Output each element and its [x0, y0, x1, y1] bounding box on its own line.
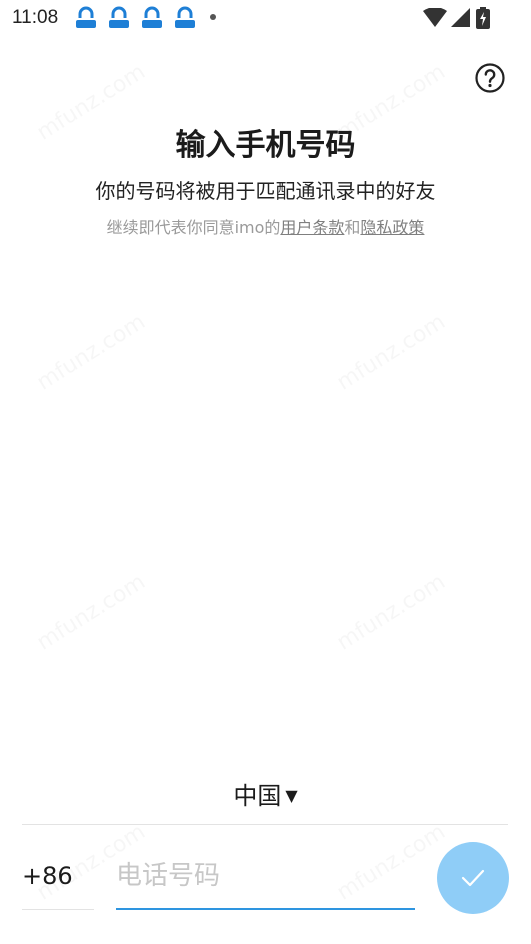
country-name: 中国 — [233, 782, 282, 810]
country-code[interactable]: +86 — [22, 862, 73, 890]
phone-input-underline — [116, 908, 415, 910]
status-time: 11:08 — [12, 7, 59, 28]
terms-and: 和 — [344, 218, 361, 237]
app-notification-icon — [109, 6, 129, 28]
next-button[interactable] — [437, 842, 509, 914]
page-title: 输入手机号码 — [175, 128, 356, 163]
user-terms-link[interactable]: 用户条款 — [280, 218, 344, 237]
country-code-underline — [22, 909, 94, 910]
notification-icons — [74, 6, 197, 30]
terms-notice: 继续即代表你同意imo的用户条款和隐私政策 — [0, 214, 531, 238]
divider — [22, 824, 508, 825]
caret-down-icon: ▼ — [285, 786, 298, 805]
battery-charging-icon — [476, 7, 490, 29]
check-icon — [461, 869, 485, 887]
privacy-policy-link[interactable]: 隐私政策 — [360, 218, 424, 237]
terms-prefix: 继续即代表你同意imo的 — [106, 218, 281, 237]
watermark: mfunz.com — [333, 309, 450, 395]
watermark: mfunz.com — [33, 569, 150, 655]
country-selector[interactable]: 中国 ▼ — [0, 776, 531, 811]
status-bar: 11:08 — [0, 0, 531, 36]
signal-icon — [451, 8, 470, 27]
phone-number-input[interactable] — [116, 854, 414, 898]
more-notifications-dot — [210, 14, 216, 20]
wifi-icon — [423, 8, 447, 27]
app-notification-icon — [142, 6, 162, 28]
watermark: mfunz.com — [333, 569, 450, 655]
app-notification-icon — [175, 6, 195, 28]
watermark: mfunz.com — [33, 309, 150, 395]
help-circle-icon[interactable] — [474, 62, 506, 94]
app-notification-icon — [76, 6, 96, 28]
page-subtitle: 你的号码将被用于匹配通讯录中的好友 — [95, 179, 436, 203]
system-icons — [423, 7, 491, 29]
